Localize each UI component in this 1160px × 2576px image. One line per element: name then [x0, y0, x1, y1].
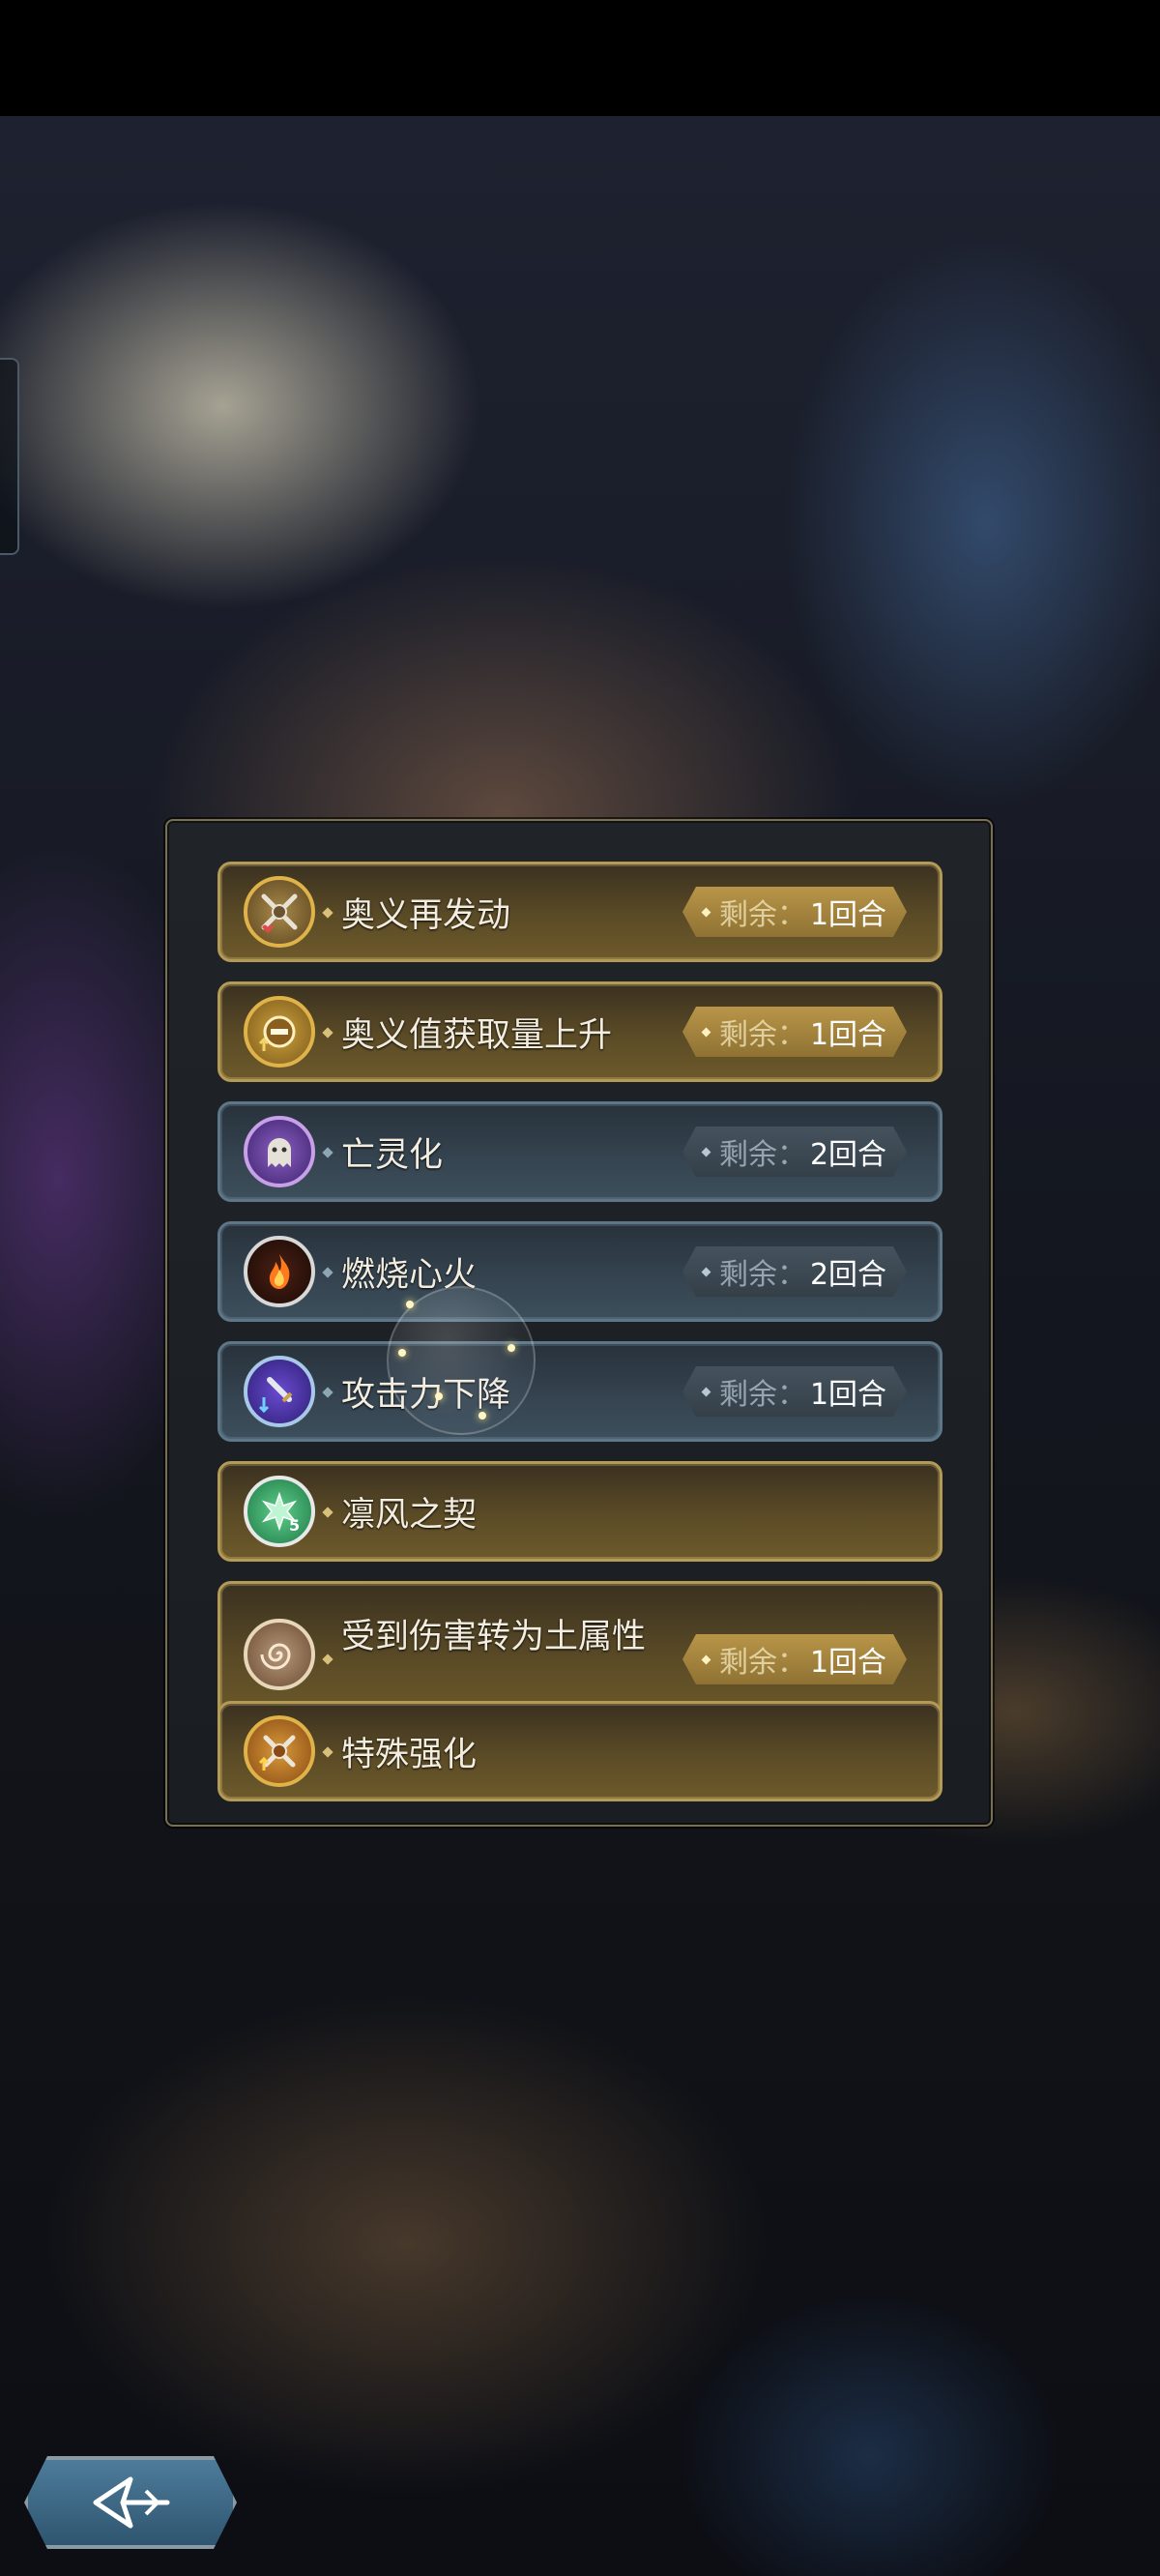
remaining-value: 2回合: [809, 1138, 887, 1172]
buff-name: 特殊强化: [341, 1736, 478, 1774]
remaining-value: 2回合: [809, 1258, 887, 1292]
buff-name: 奥义再发动: [341, 896, 511, 935]
back-arrow-icon: [88, 2474, 173, 2532]
sparkle: [406, 1301, 414, 1308]
wind-burst-5-icon: 5: [244, 1476, 315, 1547]
row-divider-diamond: [322, 1746, 334, 1758]
flame-icon: [244, 1236, 315, 1307]
remaining-value: 1回合: [809, 1018, 887, 1052]
buff-row-6[interactable]: 5 凛风之契: [218, 1461, 942, 1562]
badge-diamond: [702, 1654, 711, 1664]
remaining-label: 剩余：: [718, 1646, 806, 1680]
remaining-turns-badge: 剩余： 2回合: [682, 1246, 907, 1297]
remaining-turns-badge: 剩余： 1回合: [682, 887, 907, 937]
row-divider-diamond: [322, 1387, 334, 1398]
crossed-swords-heart-icon: [244, 876, 315, 948]
svg-text:5: 5: [289, 1516, 300, 1535]
crossed-swords-up-icon: [244, 1715, 315, 1787]
badge-diamond: [702, 1027, 711, 1037]
remaining-value: 1回合: [809, 1646, 887, 1680]
row-divider-diamond: [322, 1654, 334, 1665]
buff-name: 凛风之契: [341, 1496, 478, 1535]
remaining-label: 剩余：: [718, 1018, 806, 1052]
remaining-label: 剩余：: [718, 898, 806, 932]
buff-name: 受到伤害转为土属性: [341, 1618, 647, 1656]
badge-diamond: [702, 1387, 711, 1396]
buff-row-2[interactable]: 奥义值获取量上升 剩余： 1回合: [218, 981, 942, 1082]
sparkle: [478, 1412, 486, 1420]
badge-diamond: [702, 1267, 711, 1276]
remaining-label: 剩余：: [718, 1258, 806, 1292]
row-divider-diamond: [322, 1147, 334, 1158]
row-divider-diamond: [322, 1507, 334, 1518]
side-tab[interactable]: [0, 358, 19, 555]
buff-row-3[interactable]: 亡灵化 剩余： 2回合: [218, 1101, 942, 1202]
buff-row-8[interactable]: 特殊强化: [218, 1701, 942, 1801]
gauge-up-icon: [244, 996, 315, 1068]
game-screen: 奥义再发动 剩余： 1回合 奥义值获取量上升 剩余： 1回合 亡灵化 剩余： 2…: [0, 0, 1160, 2576]
sword-down-icon: [244, 1356, 315, 1427]
buff-row-5[interactable]: 攻击力下降 剩余： 1回合: [218, 1341, 942, 1442]
status-bar-area: [0, 0, 1160, 116]
buff-row-4[interactable]: 燃烧心火 剩余： 2回合: [218, 1221, 942, 1322]
sparkle: [435, 1392, 443, 1400]
badge-diamond: [702, 907, 711, 917]
remaining-turns-badge: 剩余： 1回合: [682, 1007, 907, 1057]
remaining-turns-badge: 剩余： 1回合: [682, 1366, 907, 1417]
buff-list-panel: 奥义再发动 剩余： 1回合 奥义值获取量上升 剩余： 1回合 亡灵化 剩余： 2…: [165, 819, 993, 1827]
remaining-value: 1回合: [809, 1378, 887, 1412]
earth-swirl-icon: [244, 1619, 315, 1690]
buff-name: 奥义值获取量上升: [341, 1016, 613, 1055]
sparkle: [508, 1344, 515, 1352]
back-button[interactable]: [24, 2456, 237, 2549]
remaining-value: 1回合: [809, 898, 887, 932]
buff-name: 亡灵化: [341, 1136, 444, 1175]
touch-effect-bubble: [387, 1286, 536, 1435]
remaining-turns-badge: 剩余： 1回合: [682, 1634, 907, 1684]
row-divider-diamond: [322, 907, 334, 919]
row-divider-diamond: [322, 1027, 334, 1039]
remaining-turns-badge: 剩余： 2回合: [682, 1127, 907, 1177]
badge-diamond: [702, 1147, 711, 1156]
buff-row-1[interactable]: 奥义再发动 剩余： 1回合: [218, 862, 942, 962]
remaining-label: 剩余：: [718, 1378, 806, 1412]
sparkle: [398, 1349, 406, 1357]
remaining-label: 剩余：: [718, 1138, 806, 1172]
ghost-icon: [244, 1116, 315, 1187]
row-divider-diamond: [322, 1267, 334, 1278]
